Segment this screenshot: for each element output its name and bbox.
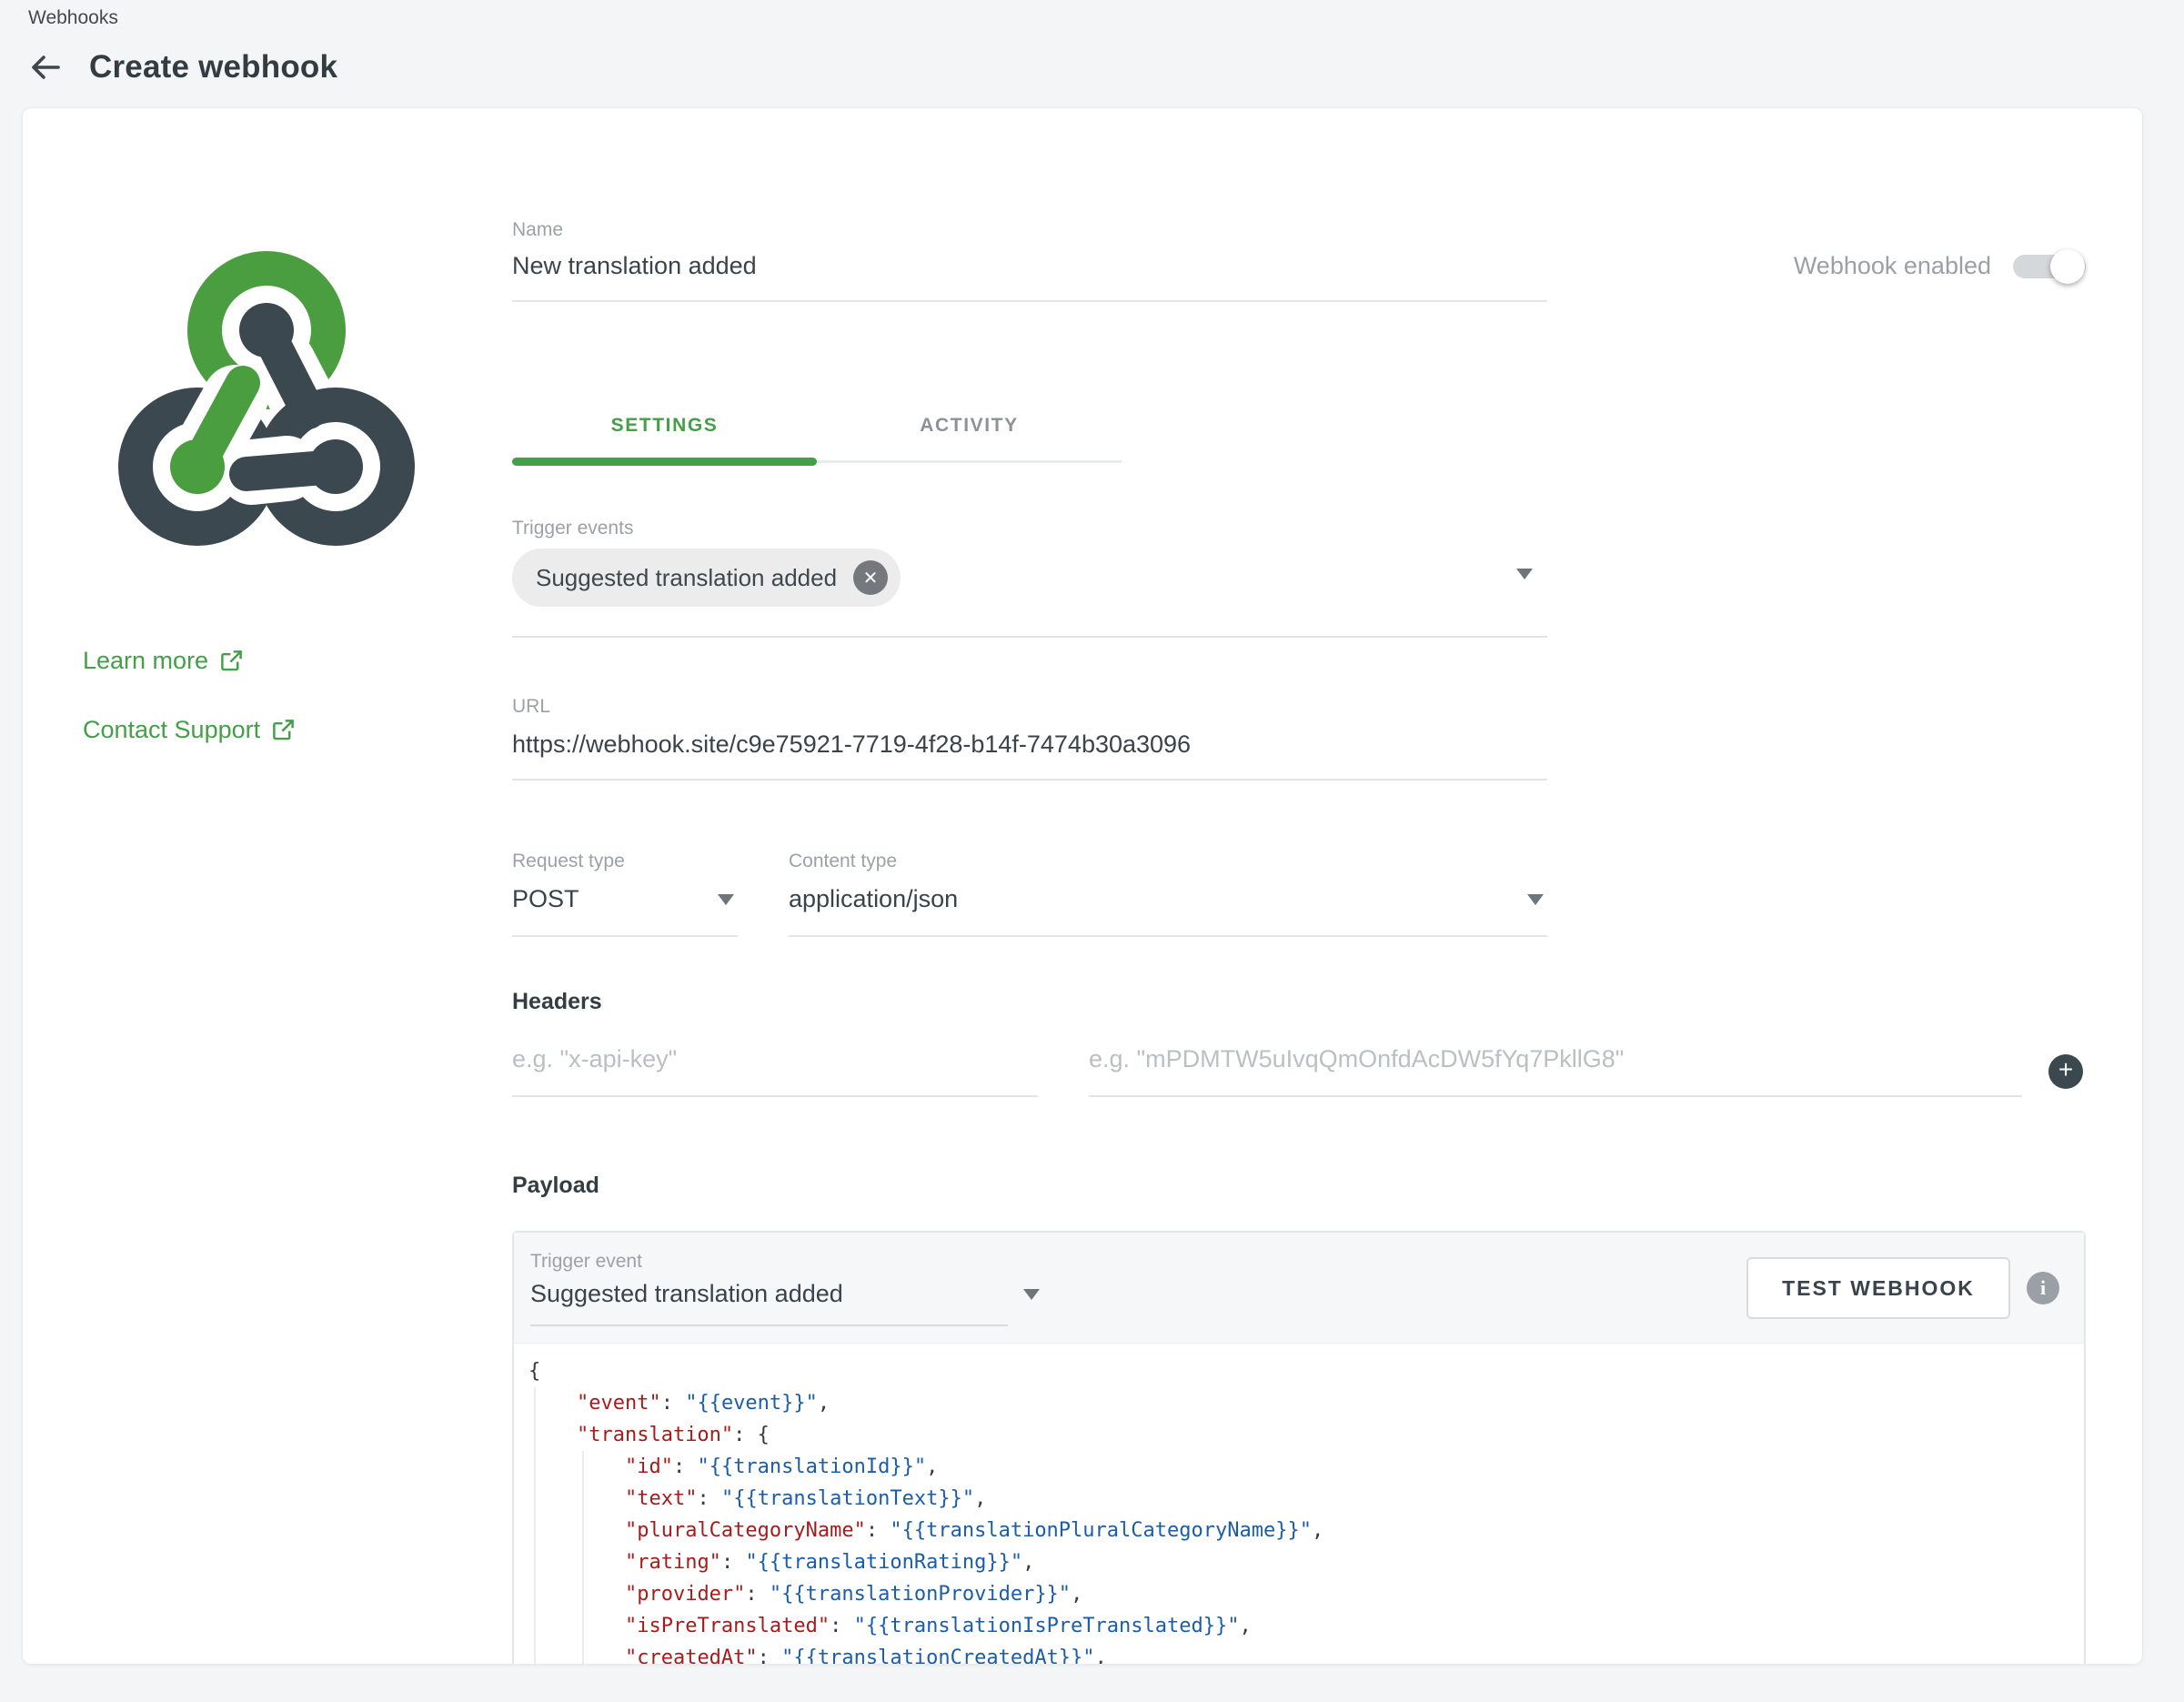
chevron-down-icon [1527,894,1544,905]
page-title: Create webhook [89,49,337,86]
titlebar: Create webhook [25,47,337,87]
trigger-event-chip: Suggested translation added ✕ [512,549,901,607]
breadcrumb: Webhooks [28,7,118,29]
header-key-input[interactable] [512,1045,1038,1073]
contact-support-link[interactable]: Contact Support [83,716,296,744]
info-icon[interactable]: i [2027,1272,2059,1304]
request-type-select[interactable]: POST [512,885,738,937]
header-value-input[interactable] [1089,1045,2022,1073]
tabs: SETTINGS ACTIVITY [512,390,1122,463]
contact-support-label: Contact Support [83,716,260,744]
url-field: URL [512,696,1547,781]
back-arrow-icon [27,49,64,86]
tab-activity[interactable]: ACTIVITY [817,390,1122,460]
payload-header: Trigger event Suggested translation adde… [514,1233,2084,1344]
payload-trigger-event-select[interactable]: Suggested translation added [530,1280,843,1308]
indent-guide [582,1451,584,1665]
indent-guide [534,1387,536,1665]
url-input[interactable] [512,730,1547,759]
header-value-field [1089,1045,2022,1097]
request-type-value: POST [512,885,579,912]
webhook-card: Learn more Contact Support Name Webhook … [22,107,2143,1665]
external-link-icon [219,649,244,673]
webhook-logo [83,236,447,581]
external-link-icon [271,718,296,742]
payload-trigger-event-value: Suggested translation added [530,1280,843,1307]
payload-trigger-event-label: Trigger event [530,1251,642,1273]
content-type-value: application/json [789,885,958,912]
learn-more-link[interactable]: Learn more [83,647,244,675]
webhook-enabled-label: Webhook enabled [1794,252,1991,280]
name-field: Name [512,219,1547,302]
request-type-field: Request type POST [512,851,738,937]
trigger-events-label: Trigger events [512,518,633,539]
payload-heading: Payload [512,1173,599,1199]
name-label: Name [512,219,1547,241]
add-header-button[interactable]: + [2048,1054,2083,1089]
tab-settings[interactable]: SETTINGS [512,390,817,460]
payload-code-lines: { "event": "{{event}}", "translation": {… [528,1355,2084,1665]
active-tab-indicator [512,458,817,466]
request-type-label: Request type [512,851,738,872]
chevron-down-icon [718,894,734,905]
payload-box: Trigger event Suggested translation adde… [512,1231,2086,1665]
content-type-label: Content type [789,851,1547,872]
trigger-events-select[interactable]: Suggested translation added ✕ [512,545,1547,638]
payload-code[interactable]: { "event": "{{event}}", "translation": {… [514,1344,2084,1665]
select-underline [530,1324,1008,1326]
headers-heading: Headers [512,989,602,1015]
header-key-field [512,1045,1038,1097]
chevron-down-icon[interactable] [1023,1289,1040,1300]
content-type-field: Content type application/json [789,851,1547,937]
learn-more-label: Learn more [83,647,208,675]
chevron-down-icon[interactable] [1516,569,1533,579]
create-webhook-page: Webhooks Create webhook [0,0,2184,1702]
url-label: URL [512,696,1547,718]
toggle-knob[interactable] [2050,249,2085,284]
name-input[interactable] [512,252,1547,280]
chip-remove-icon[interactable]: ✕ [853,560,888,595]
chip-label: Suggested translation added [536,564,837,592]
back-button[interactable] [25,47,65,87]
content-type-select[interactable]: application/json [789,885,1547,937]
test-webhook-button[interactable]: TEST WEBHOOK [1746,1257,2010,1319]
